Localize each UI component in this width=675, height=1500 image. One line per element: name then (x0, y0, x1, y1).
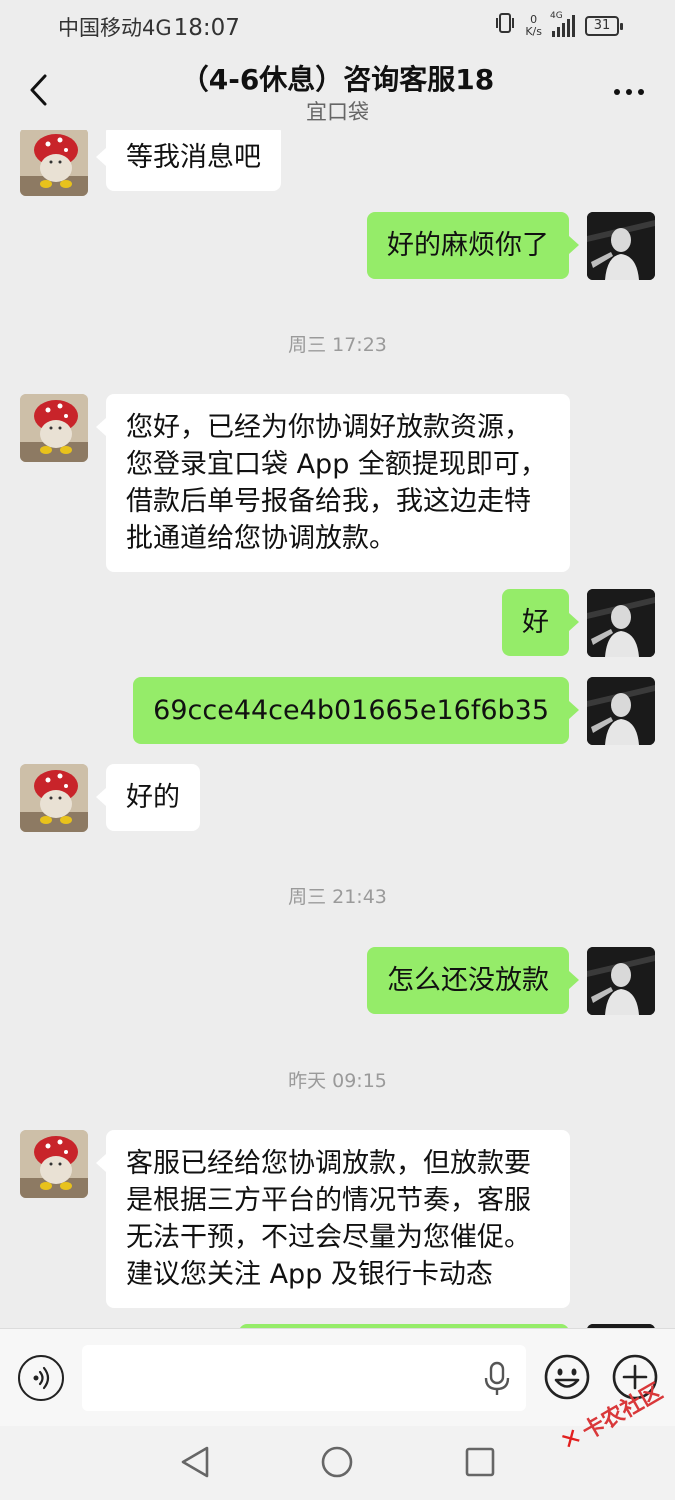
message-timestamp: 昨天 09:15 (288, 1070, 387, 1092)
carrier-label: 中国移动4G (58, 16, 172, 40)
message-input[interactable] (82, 1345, 526, 1411)
message-text: 怎么还没放款 (387, 965, 549, 996)
message-bubble-incoming[interactable]: 客服已经给您协调放款，但放款要 是根据三方平台的情况节奏，客服 无法干预，不过会… (96, 1130, 570, 1308)
message-line: 是根据三方平台的情况节奏，客服 (126, 1185, 531, 1216)
nav-back-icon[interactable] (178, 1444, 212, 1480)
message-text: 好的 (126, 782, 180, 813)
net-speed-value: 0 (530, 12, 538, 26)
message-line: 客服已经给您协调放款，但放款要 (126, 1148, 531, 1179)
more-button[interactable] (607, 72, 651, 112)
signal-icon: 4G (550, 11, 575, 37)
nav-recent-icon[interactable] (463, 1444, 497, 1480)
microphone-icon[interactable] (482, 1361, 512, 1397)
status-bar: 中国移动4G18:07 0 K/s 4G 31 (0, 0, 675, 50)
chat-title: （4-6休息）咨询客服18 (180, 63, 495, 96)
message-bubble-incoming[interactable]: 您好，已经为你协调好放款资源， 您登录宜口袋 App 全额提现即可， 借款后单号… (96, 394, 570, 572)
message-bubble-outgoing[interactable]: 怎么还没放款 (367, 947, 579, 1014)
contact-avatar[interactable] (20, 394, 88, 462)
message-text: 好的麻烦你了 (387, 230, 549, 261)
message-bubble-outgoing[interactable]: 69cce44ce4b01665e16f6b35 (133, 677, 579, 744)
message-text: 等我消息吧 (126, 142, 261, 173)
self-avatar[interactable] (587, 212, 655, 280)
voice-button[interactable] (18, 1355, 64, 1401)
message-line: 您好，已经为你协调好放款资源， (126, 412, 531, 443)
self-avatar[interactable] (587, 947, 655, 1015)
battery-icon: 31 (585, 15, 623, 36)
contact-avatar[interactable] (20, 130, 88, 196)
chat-subtitle: 宜口袋 (306, 100, 369, 124)
chat-messages[interactable]: 等我消息吧 好的麻烦你了 周三 17:23 您好，已经为你协调好放款资源， 您登… (0, 130, 675, 1328)
nav-home-icon[interactable] (320, 1444, 354, 1480)
message-line: 批通道给您协调放款。 (126, 523, 396, 554)
message-line: 您登录宜口袋 App 全额提现即可， (126, 449, 547, 480)
chat-header: （4-6休息）咨询客服18 宜口袋 (0, 50, 675, 130)
message-text: 69cce44ce4b01665e16f6b35 (153, 695, 549, 726)
message-timestamp: 周三 17:23 (288, 334, 387, 356)
message-bubble-outgoing[interactable]: 好的麻烦你了 (367, 212, 579, 279)
more-dots-icon (614, 89, 620, 95)
net-speed: 0 K/s (525, 12, 542, 38)
net-speed-unit: K/s (525, 24, 542, 38)
emoji-icon[interactable] (543, 1353, 591, 1401)
voice-icon (33, 1366, 50, 1390)
contact-avatar[interactable] (20, 764, 88, 832)
clock: 18:07 (173, 15, 240, 41)
message-text: 好 (522, 607, 549, 638)
message-line: 建议您关注 App 及银行卡动态 (126, 1259, 493, 1290)
message-timestamp: 周三 21:43 (288, 886, 387, 908)
message-bubble-incoming[interactable]: 好的 (96, 764, 200, 831)
signal-label: 4G (550, 10, 563, 21)
status-right: 0 K/s 4G 31 (495, 11, 623, 39)
message-bubble-outgoing[interactable]: 好 (502, 589, 579, 656)
contact-avatar[interactable] (20, 1130, 88, 1198)
self-avatar[interactable] (587, 677, 655, 745)
message-bubble-incoming[interactable]: 等我消息吧 (96, 130, 281, 191)
status-left: 中国移动4G18:07 (58, 12, 240, 42)
message-line: 无法干预，不过会尽量为您催促。 (126, 1222, 531, 1253)
message-line: 借款后单号报备给我，我这边走特 (126, 486, 531, 517)
self-avatar[interactable] (587, 589, 655, 657)
input-bar (0, 1328, 675, 1426)
vibrate-icon (495, 12, 515, 39)
